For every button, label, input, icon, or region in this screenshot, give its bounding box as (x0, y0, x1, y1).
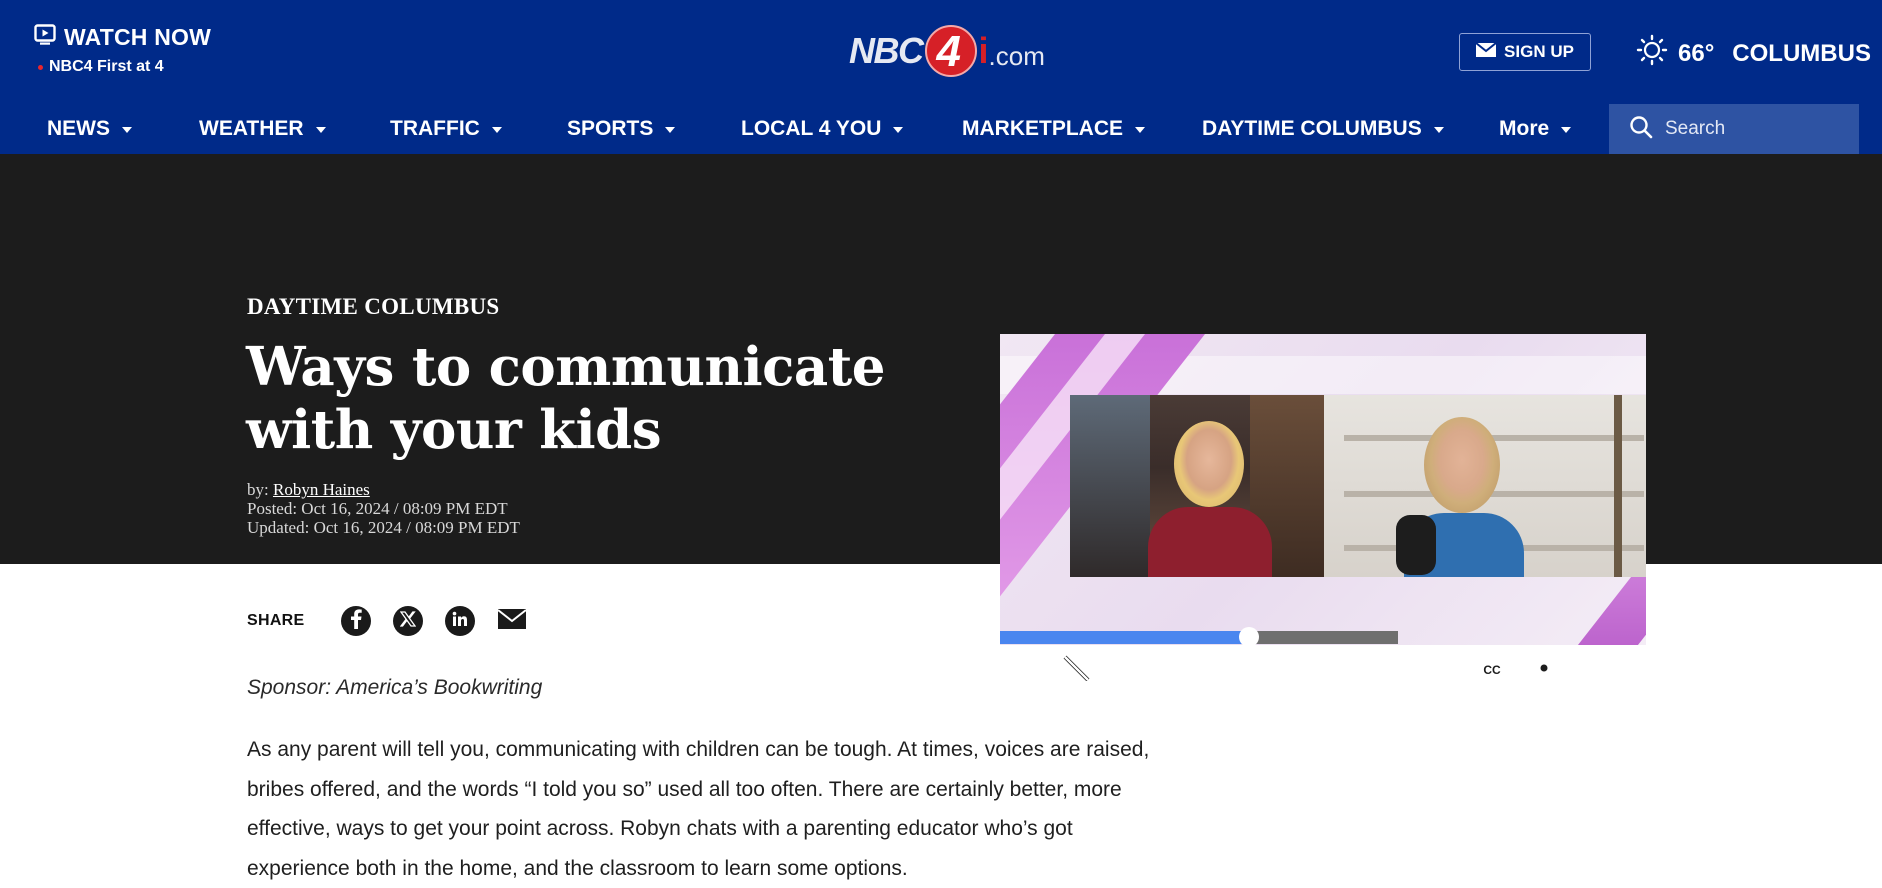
video-figure (1148, 507, 1272, 577)
caret-down-icon (1135, 126, 1145, 133)
nav-item-label: LOCAL 4 YOU (741, 117, 882, 140)
share-bar: SHARE (247, 606, 527, 636)
play-icon (1018, 658, 1036, 683)
x-icon (399, 610, 416, 632)
watch-now-link[interactable]: WATCH NOW NBC4 First at 4 (34, 24, 211, 76)
video-player[interactable]: 1:49 / 4:42 CC (1000, 334, 1646, 694)
live-indicator-icon (38, 64, 43, 70)
search-input[interactable] (1665, 118, 1845, 140)
caret-down-icon (893, 126, 904, 133)
video-panel-host (1070, 395, 1324, 577)
play-screen-icon (34, 24, 56, 51)
linkedin-icon (452, 611, 468, 632)
video-shelf (1614, 395, 1622, 577)
site-header: WATCH NOW NBC4 First at 4 NBC 4 i .com S… (0, 0, 1882, 104)
watch-now-label: WATCH NOW (64, 24, 212, 50)
mute-button[interactable] (1063, 655, 1091, 686)
updated-date: Updated: Oct 16, 2024 / 08:09 PM EDT (247, 518, 520, 537)
byline-prefix: by: (247, 480, 269, 499)
weather-city: COLUMBUS (1732, 39, 1871, 67)
nav-item-label: More (1499, 117, 1550, 140)
share-label: SHARE (247, 612, 305, 629)
seek-bar-progress (1000, 631, 1249, 644)
captions-icon: CC (1479, 660, 1505, 680)
author-link[interactable]: Robyn Haines (273, 480, 370, 499)
caret-down-icon (491, 126, 502, 133)
video-shelf (1344, 491, 1644, 497)
play-button[interactable] (1014, 657, 1040, 683)
captions-button[interactable]: CC (1479, 657, 1505, 683)
time-display: 1:49 / 4:42 (1361, 659, 1452, 680)
video-frame[interactable] (1000, 334, 1646, 645)
article-body: As any parent will tell you, communicati… (247, 738, 1150, 880)
section-label[interactable]: DAYTIME COLUMBUS (247, 294, 500, 320)
logo-nbc: NBC (849, 30, 924, 71)
nav-item-label: DAYTIME COLUMBUS (1202, 117, 1422, 140)
caret-down-icon (315, 126, 326, 133)
share-video-button[interactable] (1569, 657, 1595, 683)
logo-i: i (978, 30, 989, 71)
nbc4i-logo[interactable]: NBC 4 i .com (849, 20, 1049, 82)
weather-temp: 66° (1678, 39, 1715, 67)
sponsor-line: Sponsor: America’s Bookwriting (247, 676, 543, 699)
article-hero: DAYTIME COLUMBUS Ways to communicate wit… (0, 154, 1882, 681)
facebook-icon (349, 608, 363, 634)
nav-item-weather[interactable]: WEATHER (199, 104, 326, 154)
settings-button[interactable] (1531, 654, 1557, 683)
share-x-button[interactable] (392, 606, 423, 636)
nav-item-local-4-you[interactable]: LOCAL 4 YOU (741, 104, 904, 154)
nav-item-label: SPORTS (567, 117, 654, 140)
logo-four-badge: 4 (924, 23, 977, 79)
muted-speaker-icon (1063, 655, 1091, 686)
duration-time: / 4:42 (1407, 659, 1453, 679)
main-nav: NEWS WEATHER TRAFFIC SPORTS LOCAL 4 YOU … (0, 104, 1882, 154)
seek-handle[interactable] (1239, 627, 1259, 647)
nav-item-traffic[interactable]: TRAFFIC (390, 104, 502, 154)
fullscreen-button[interactable] (1606, 657, 1632, 683)
envelope-icon (1475, 42, 1497, 62)
gear-icon (1530, 654, 1558, 687)
article-headline: Ways to communicate with your kids (246, 336, 885, 461)
search-box[interactable] (1609, 104, 1859, 154)
logo-four: 4 (936, 27, 961, 76)
caret-down-icon (665, 126, 676, 133)
video-figure (1424, 417, 1500, 513)
player-controls: 1:49 / 4:42 CC (1000, 645, 1646, 694)
nav-item-marketplace[interactable]: MARKETPLACE (962, 104, 1145, 154)
nav-item-daytime-columbus[interactable]: DAYTIME COLUMBUS (1202, 104, 1444, 154)
fullscreen-icon (1608, 657, 1630, 684)
share-icon (1572, 658, 1592, 683)
nav-item-label: WEATHER (199, 117, 304, 140)
share-facebook-button[interactable] (340, 606, 371, 636)
video-figure (1396, 515, 1436, 575)
weather-widget[interactable]: 66° COLUMBUS (1636, 34, 1871, 73)
captions-label: CC (1483, 663, 1501, 677)
nav-item-news[interactable]: NEWS (47, 104, 132, 154)
caret-down-icon (122, 126, 132, 133)
caret-down-icon (1433, 126, 1444, 133)
caret-down-icon (1561, 126, 1572, 133)
article-byline: by: Robyn Haines Posted: Oct 16, 2024 / … (247, 480, 520, 537)
sign-up-button[interactable]: SIGN UP (1459, 33, 1591, 71)
watch-now-program: NBC4 First at 4 (49, 58, 164, 75)
search-icon (1629, 115, 1653, 144)
email-icon (496, 608, 527, 634)
share-linkedin-button[interactable] (444, 606, 475, 636)
posted-date: Posted: Oct 16, 2024 / 08:09 PM EDT (247, 499, 508, 518)
video-panel-guest (1324, 395, 1646, 577)
share-email-button[interactable] (496, 606, 527, 636)
logo-com: .com (988, 40, 1045, 71)
current-time: 1:49 (1361, 659, 1397, 679)
nav-item-sports[interactable]: SPORTS (567, 104, 676, 154)
nav-item-label: NEWS (47, 117, 110, 140)
video-backdrop (1070, 395, 1150, 577)
nav-item-label: MARKETPLACE (962, 117, 1123, 140)
nav-item-more[interactable]: More (1499, 104, 1572, 154)
video-figure (1174, 421, 1244, 507)
sun-icon (1636, 34, 1668, 73)
sign-up-label: SIGN UP (1504, 42, 1574, 61)
nav-item-label: TRAFFIC (390, 117, 480, 140)
